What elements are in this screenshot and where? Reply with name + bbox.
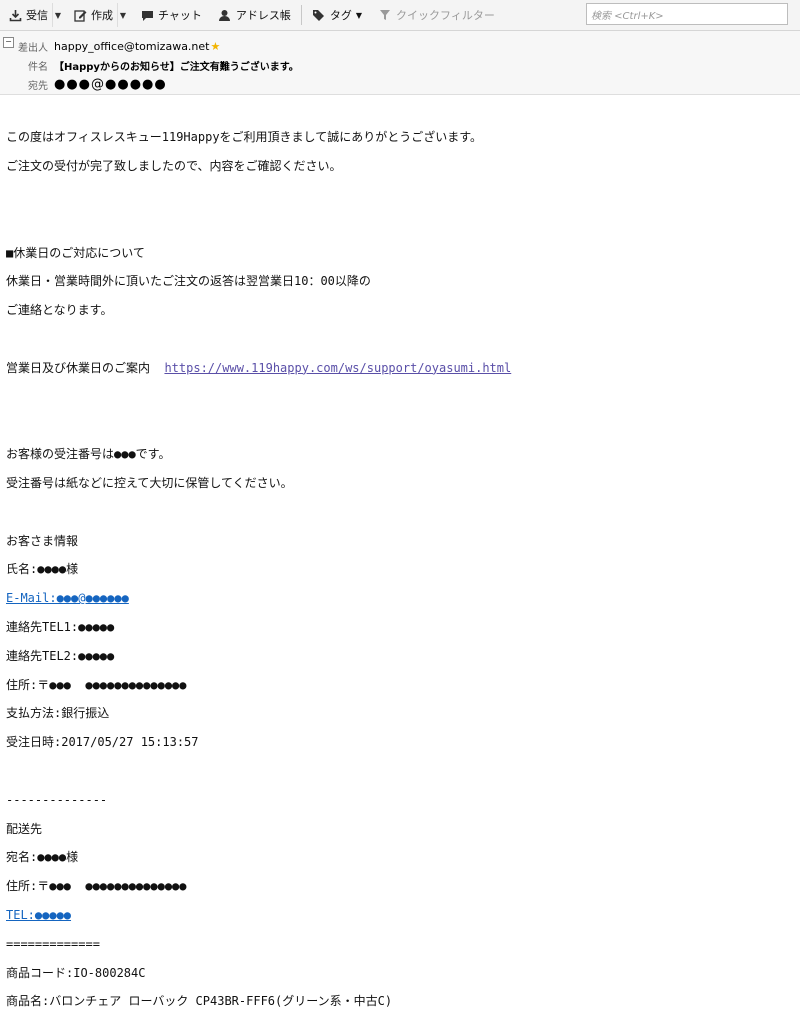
compose-label: 作成: [91, 9, 113, 22]
body-line: [6, 764, 796, 778]
pencil-icon: [73, 8, 87, 22]
toolbar-separator: [300, 5, 302, 25]
addressbook-label: アドレス帳: [235, 9, 291, 22]
body-line: =============: [6, 936, 100, 951]
body-line: お客様の受注番号は●●●です。: [6, 447, 171, 462]
body-line: 休業日・営業時間外に頂いたご注文の返答は翌営業日10：00以降の: [6, 274, 371, 289]
subject-row: 件名 【Happyからのお知らせ】ご注文有難うございます。: [0, 57, 299, 73]
quickfilter-label: クイックフィルター: [396, 9, 495, 22]
compose-dropdown-button[interactable]: ▼: [117, 3, 128, 27]
email-link[interactable]: E-Mail:●●●@●●●●●●: [6, 591, 796, 605]
body-line: 受注日時:2017/05/27 15:13:57: [6, 735, 199, 750]
body-line: 商品名:バロンチェア ローバック CP43BR-FFF6(グリーン系・中古C): [6, 994, 393, 1009]
receive-button[interactable]: 受信: [4, 3, 52, 27]
body-line: [6, 418, 796, 432]
chat-button[interactable]: チャット: [136, 3, 206, 27]
body-line: 住所:〒●●● ●●●●●●●●●●●●●●: [6, 677, 187, 692]
search-placeholder: 検索 <Ctrl+K>: [591, 10, 664, 22]
receive-dropdown-button[interactable]: ▼: [52, 3, 63, 27]
filter-icon: [378, 8, 392, 22]
tag-label: タグ: [329, 9, 352, 22]
holiday-info-line: 営業日及び休業日のご案内 https://www.119happy.com/ws…: [6, 361, 796, 375]
to-address[interactable]: ●●●@●●●●●: [54, 77, 167, 92]
body-line: --------------: [6, 792, 108, 807]
body-line: 住所:〒●●● ●●●●●●●●●●●●●●: [6, 879, 187, 894]
subject-label: 件名: [28, 61, 48, 73]
body-line: [6, 188, 796, 202]
body-line: お客さま情報: [6, 533, 79, 548]
receive-label: 受信: [26, 9, 48, 22]
tag-icon: [312, 8, 326, 22]
quickfilter-button[interactable]: クイックフィルター: [374, 3, 499, 27]
tel-link[interactable]: TEL:●●●●●: [6, 908, 796, 922]
chat-label: チャット: [158, 9, 202, 22]
body-line: 氏名:●●●●様: [6, 562, 79, 577]
from-row: 差出人 happy_office@tomizawa.net ★: [0, 38, 220, 54]
body-line: 連絡先TEL1:●●●●●: [6, 619, 115, 634]
chevron-down-icon: ▼: [54, 10, 62, 20]
body-line: 宛名:●●●●様: [6, 850, 79, 865]
body-line: ご連絡となります。: [6, 303, 113, 318]
body-line: 商品コード:IO-800284C: [6, 965, 146, 980]
message-body: この度はオフィスレスキュー119Happyをご利用頂きまして誠にありがとうござい…: [6, 116, 796, 1023]
person-icon: [218, 8, 232, 22]
body-line: [6, 217, 796, 231]
holiday-info-text: 営業日及び休業日のご案内: [6, 360, 165, 375]
chevron-down-icon: ▼: [119, 10, 127, 20]
subject-text: 【Happyからのお知らせ】ご注文有難うございます。: [54, 61, 299, 73]
to-row: 宛先 ●●●@●●●●●: [0, 76, 167, 92]
download-icon: [8, 8, 22, 22]
body-line: 支払方法:銀行振込: [6, 706, 110, 721]
tag-button[interactable]: タグ ▼: [308, 3, 366, 27]
star-icon[interactable]: ★: [210, 40, 220, 53]
search-input[interactable]: 検索 <Ctrl+K>: [586, 3, 788, 25]
body-line: [6, 390, 796, 404]
body-line: [6, 332, 796, 346]
toolbar: 受信 ▼ 作成 ▼ チャット アドレス帳 タグ ▼ クイックフィルター 検索 <…: [0, 0, 800, 31]
compose-button[interactable]: 作成: [69, 3, 117, 27]
body-line: ■休業日のご対応について: [6, 245, 145, 260]
message-header: − 差出人 happy_office@tomizawa.net ★ 件名 【Ha…: [0, 31, 800, 95]
body-line: この度はオフィスレスキュー119Happyをご利用頂きまして誠にありがとうござい…: [6, 130, 483, 145]
chevron-down-icon: ▼: [355, 10, 363, 20]
chat-bubble-icon: [140, 8, 154, 22]
body-line: 受注番号は紙などに控えて大切に保管してください。: [6, 475, 293, 490]
body-line: [6, 505, 796, 519]
body-line: 連絡先TEL2:●●●●●: [6, 648, 115, 663]
to-label: 宛先: [28, 80, 48, 92]
from-address[interactable]: happy_office@tomizawa.net: [54, 40, 209, 53]
from-label: 差出人: [18, 42, 48, 54]
body-line: ご注文の受付が完了致しましたので、内容をご確認ください。: [6, 159, 342, 174]
holiday-info-link[interactable]: https://www.119happy.com/ws/support/oyas…: [164, 361, 511, 375]
body-line: 配送先: [6, 821, 43, 836]
addressbook-button[interactable]: アドレス帳: [214, 3, 295, 27]
